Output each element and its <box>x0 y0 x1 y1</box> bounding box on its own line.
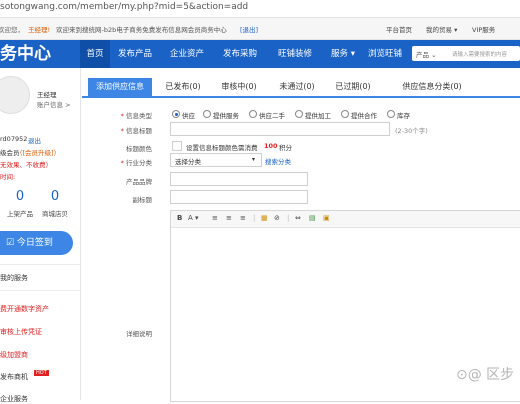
time-label: 时间: <box>0 173 16 181</box>
media-icon[interactable]: ▣ <box>323 214 330 222</box>
label-industry-category: * 行业分类 <box>120 159 152 167</box>
my-services-heading: 我的服务 <box>0 274 28 282</box>
stat-shop-count[interactable]: 0 <box>43 189 67 204</box>
nav-publish-purchase[interactable]: 发布采购 <box>217 40 263 68</box>
tab-reviewing[interactable]: 审核中(0) <box>214 78 264 96</box>
radio-processing[interactable] <box>295 110 303 118</box>
nav-publish-product[interactable]: 发布产品 <box>112 40 158 68</box>
avatar[interactable] <box>0 76 30 114</box>
sidebar-divider <box>0 264 80 265</box>
category-select-value: 选择分类 <box>175 158 201 166</box>
editor-toolbar: B A ▾ ≡ ≡ ≡ | ▦ ⊘ | ⇔ ▤ ▣ <box>171 211 520 228</box>
tab-supply-categories[interactable]: 供应信息分类(0) <box>390 78 474 96</box>
tab-bar: 添加供应信息 已发布(0) 审核中(0) 未通过(0) 已过期(0) 供应信息分… <box>82 78 520 98</box>
main-nav: 务中心 首页 发布产品 企业资产 发布采购 旺铺装修 服务 ▾ 浏览旺铺 产品 … <box>0 40 520 68</box>
nav-browse-shop[interactable]: 浏览旺铺 <box>362 40 408 68</box>
radio-inventory-label: 库存 <box>397 112 410 120</box>
radio-supply[interactable] <box>172 110 180 118</box>
radio-processing-label: 提供加工 <box>305 112 331 120</box>
stat-shop-label: 商城店贝 <box>42 210 68 218</box>
nav-shop-decoration[interactable]: 旺铺装修 <box>272 40 318 68</box>
font-color-button[interactable]: A ▾ <box>188 214 199 222</box>
toolbar-separator: | <box>287 214 290 222</box>
title-input[interactable] <box>170 122 390 136</box>
nav-company-assets[interactable]: 企业资产 <box>164 40 210 68</box>
radio-cooperation[interactable] <box>341 110 349 118</box>
category-select[interactable]: 选择分类 ▾ <box>170 153 262 167</box>
nav-home[interactable]: 首页 <box>80 40 110 68</box>
sidebar-item-franchise[interactable]: 级加盟商 <box>0 350 28 360</box>
color-fee-points: 100 <box>264 142 278 150</box>
top-info-strip: 欢迎您， 王经理! 欢迎来到搜统网-b2b电子商务免费发布信息网会员商务中心 [… <box>0 18 520 40</box>
table-icon[interactable]: ▤ <box>309 214 316 222</box>
radio-provide-service[interactable] <box>203 110 211 118</box>
search-category-link[interactable]: 搜索分类 <box>265 156 291 166</box>
top-logout-link[interactable]: [退出] <box>240 24 258 34</box>
brand-input[interactable] <box>170 172 308 186</box>
label-detail: 详细说明 <box>126 330 152 338</box>
link-icon[interactable]: ⇔ <box>295 214 301 222</box>
align-left-button[interactable]: ≡ <box>212 214 218 222</box>
watermark: ⊙@ 区步 <box>456 367 515 383</box>
tab-expired[interactable]: 已过期(0) <box>328 78 378 96</box>
address-url[interactable]: sotongwang.com/member/my.php?mid=5&actio… <box>0 2 248 12</box>
top-link-vip[interactable]: VIP服务 <box>472 24 495 34</box>
toolbar-separator: | <box>253 214 256 222</box>
sidebar-divider <box>0 290 80 291</box>
label-title-color: 标题颜色 <box>126 145 152 153</box>
greeting-user: 王经理! <box>28 26 51 34</box>
greeting-prefix: 欢迎您， <box>0 26 24 34</box>
sidebar-item-publish-business[interactable]: 发布商机 <box>0 372 28 382</box>
color-fee-unit: 积分 <box>279 144 292 152</box>
bold-button[interactable]: B <box>177 214 182 222</box>
radio-second-hand-label: 供应二手 <box>259 112 285 120</box>
hot-badge: HOT <box>34 370 49 376</box>
stat-products-label: 上架产品 <box>7 210 33 218</box>
chevron-down-icon: ▾ <box>252 156 256 163</box>
radio-inventory[interactable] <box>387 110 395 118</box>
daily-signin-button[interactable]: ☑ 今日签到 <box>0 231 73 255</box>
color-picker[interactable] <box>172 141 182 151</box>
search-input[interactable]: 请输入需要搜索的内容 <box>452 50 507 58</box>
sidebar-username: 王经理 <box>37 91 57 99</box>
tab-published[interactable]: 已发布(0) <box>158 78 208 96</box>
tab-add-supply[interactable]: 添加供应信息 <box>88 78 152 96</box>
label-subtitle: 副标题 <box>132 196 153 204</box>
browser-address-bar[interactable]: sotongwang.com/member/my.php?mid=5&actio… <box>0 0 520 18</box>
upgrade-link[interactable]: （[会员升级]） <box>16 147 60 157</box>
top-link-my-trade[interactable]: 我的贸易 ▾ <box>426 24 457 34</box>
top-link-home[interactable]: 平台首页 <box>386 24 412 34</box>
tab-rejected[interactable]: 未通过(0) <box>272 78 322 96</box>
color-fee-text: 设置信息标题颜色需消费 <box>186 144 258 152</box>
sidebar-item-enterprise-service[interactable]: 企业服务 <box>0 394 28 404</box>
subtitle-input[interactable] <box>170 190 308 204</box>
radio-supply-label: 供应 <box>182 112 195 120</box>
sidebar-item-digital-assets[interactable]: 费开通数字资产 <box>0 304 49 314</box>
nav-services[interactable]: 服务 ▾ <box>328 40 358 68</box>
radio-cooperation-label: 提供合作 <box>351 112 377 120</box>
label-info-title: * 信息标题 <box>120 127 152 135</box>
search-category-select[interactable]: 产品 ⌄ <box>416 49 437 59</box>
sidebar-logout-link[interactable]: 退出 <box>28 135 41 145</box>
clear-format-icon[interactable]: ⊘ <box>274 214 280 222</box>
radio-provide-service-label: 提供服务 <box>213 112 239 120</box>
align-right-button[interactable]: ≡ <box>240 214 246 222</box>
label-product-brand: 产品品牌 <box>126 178 152 186</box>
welcome-text: 欢迎来到搜统网-b2b电子商务免费发布信息网会员商务中心 <box>56 26 227 34</box>
account-info-link[interactable]: 账户信息 > <box>37 99 71 109</box>
image-icon[interactable]: ▦ <box>261 214 268 222</box>
search-box[interactable]: 产品 ⌄ 请输入需要搜索的内容 <box>412 46 520 61</box>
sidebar-item-upload-proof[interactable]: 审核上传凭证 <box>0 327 42 337</box>
brand-title: 务中心 <box>0 44 51 64</box>
radio-second-hand[interactable] <box>249 110 257 118</box>
align-center-button[interactable]: ≡ <box>226 214 232 222</box>
sidebar: 王经理 账户信息 > rd07952 退出 级会员 （[会员升级]） 无效果、不… <box>0 68 81 403</box>
member-id: rd07952 <box>0 135 28 143</box>
label-info-type: * 信息类型 <box>120 112 152 120</box>
title-length-hint: (2-30个字) <box>395 127 428 135</box>
stat-products-count[interactable]: 0 <box>8 189 32 204</box>
promo-text: 无效果、不收费） <box>0 161 52 169</box>
